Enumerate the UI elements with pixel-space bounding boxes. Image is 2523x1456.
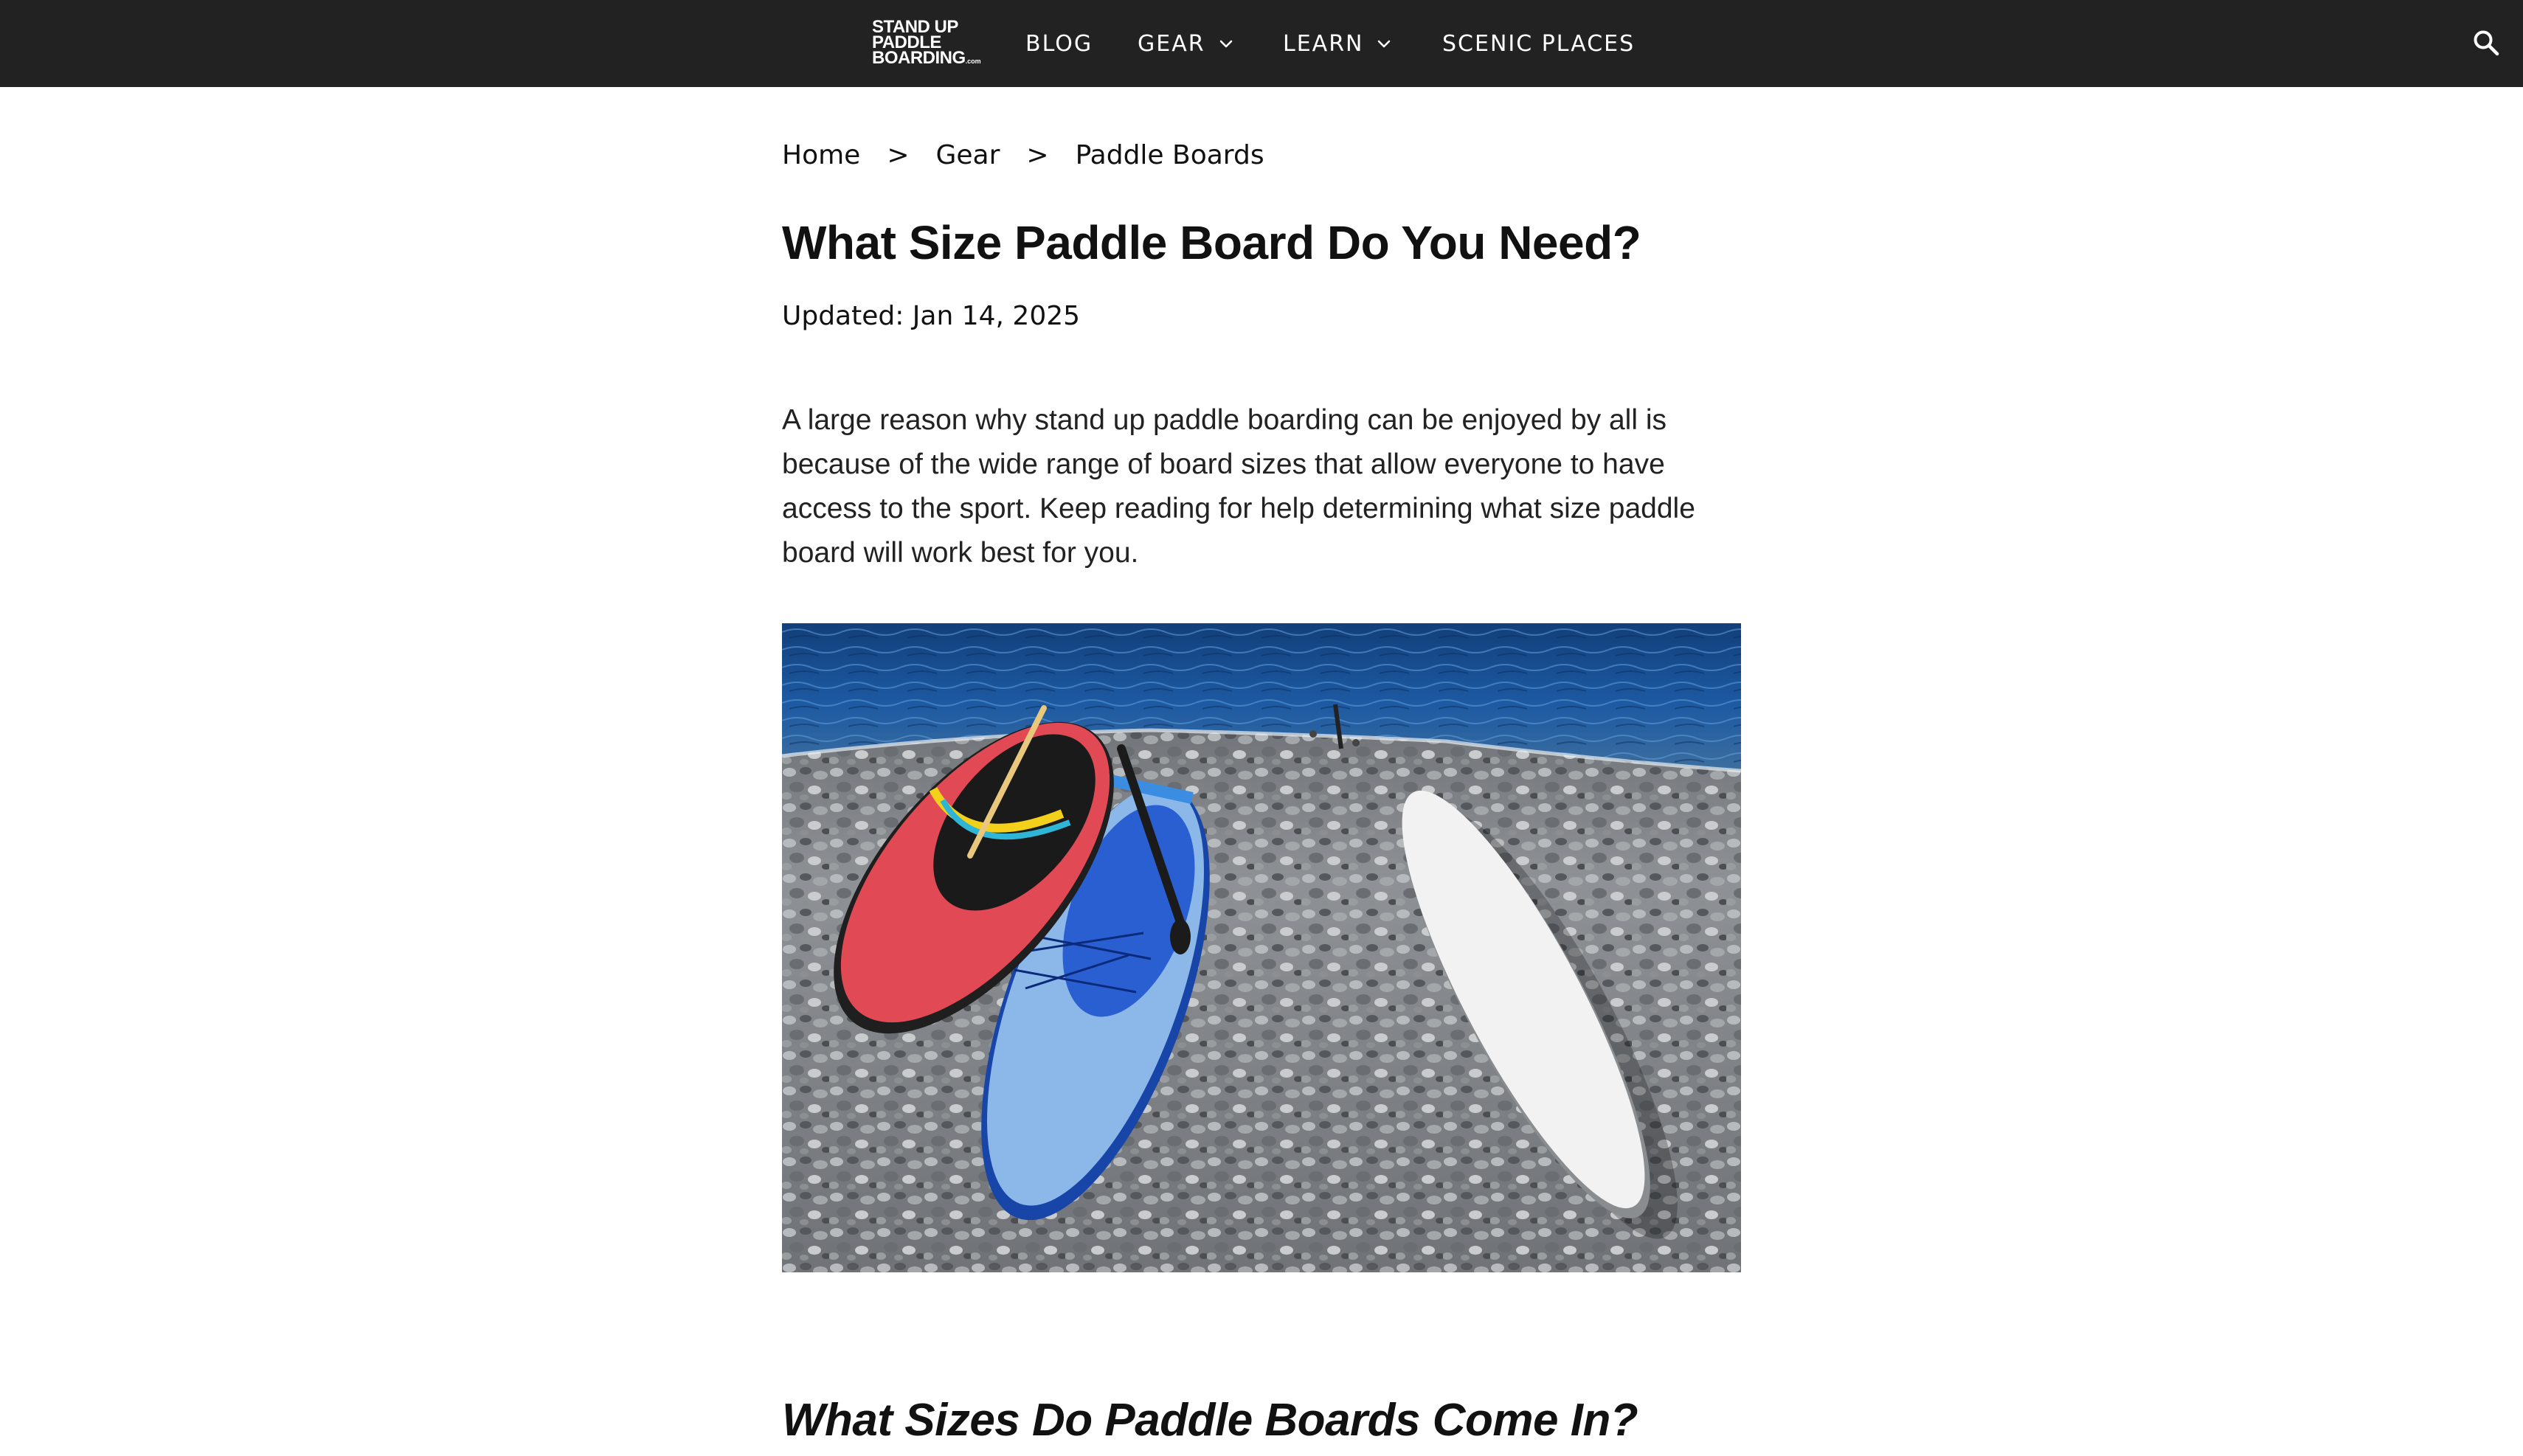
breadcrumb-separator: >	[1026, 140, 1049, 170]
page-title: What Size Paddle Board Do You Need?	[782, 216, 1641, 269]
nav-label-scenic-places: SCENIC PLACES	[1442, 30, 1636, 57]
nav-item-scenic-places[interactable]: SCENIC PLACES	[1442, 0, 1635, 87]
updated-date: Updated: Jan 14, 2025	[782, 301, 1081, 331]
search-icon[interactable]	[2471, 28, 2501, 58]
logo-tld: .com	[965, 58, 981, 65]
site-header: STAND UP PADDLE BOARDING.com BLOG GEAR L…	[0, 0, 2523, 87]
nav-item-gear[interactable]: GEAR	[1138, 0, 1235, 87]
chevron-down-icon	[1219, 40, 1232, 48]
nav-label-gear: GEAR	[1138, 30, 1205, 57]
hero-image-paddle-boards	[782, 623, 1741, 1272]
breadcrumb: Home > Gear > Paddle Boards	[782, 140, 1264, 170]
nav-label-blog: BLOG	[1025, 30, 1093, 57]
breadcrumb-paddle-boards-link[interactable]: Paddle Boards	[1076, 140, 1264, 170]
intro-paragraph: A large reason why stand up paddle board…	[782, 404, 1695, 569]
breadcrumb-gear-link[interactable]: Gear	[935, 140, 1000, 170]
site-logo[interactable]: STAND UP PADDLE BOARDING.com	[872, 18, 999, 69]
breadcrumb-home-link[interactable]: Home	[782, 140, 860, 170]
chevron-down-icon	[1378, 40, 1391, 48]
logo-line-3: BOARDING.com	[872, 48, 999, 69]
nav-item-blog[interactable]: BLOG	[1025, 0, 1093, 87]
section-heading: What Sizes Do Paddle Boards Come In?	[782, 1395, 1638, 1446]
nav-label-learn: LEARN	[1283, 30, 1364, 57]
logo-line-3-text: BOARDING	[872, 48, 966, 68]
breadcrumb-separator: >	[887, 140, 910, 170]
nav-item-learn[interactable]: LEARN	[1283, 0, 1393, 87]
